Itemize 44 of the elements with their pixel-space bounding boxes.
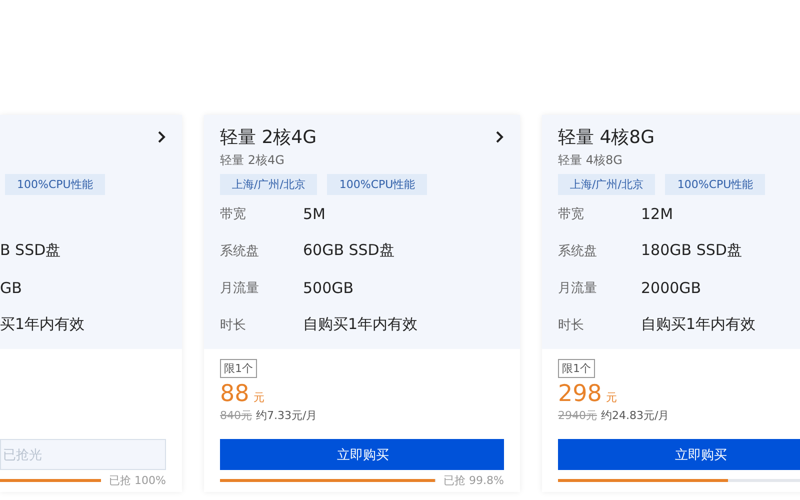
buy-button[interactable]: 立即购买: [558, 439, 800, 470]
chevron-right-icon[interactable]: [158, 131, 166, 143]
buy-button[interactable]: 立即购买: [220, 439, 504, 470]
spec-value: 5M: [303, 204, 326, 222]
spec-value: B SSD盘: [0, 241, 61, 260]
price: 298: [558, 380, 602, 408]
feature-tag: 100%CPU性能: [665, 174, 766, 195]
spec-label: 月流量: [558, 280, 598, 296]
price-unit: 元: [606, 390, 617, 405]
spec-label: 带宽: [558, 206, 585, 222]
spec-value: GB: [0, 278, 22, 296]
progress-text: 已抢 99.8%: [444, 472, 504, 488]
feature-tag: 上海/广州/北京: [220, 174, 318, 195]
spec-value: 180GB SSD盘: [641, 241, 742, 260]
spec-value: 买1年内有效: [0, 315, 85, 334]
spec-label: 带宽: [220, 206, 247, 222]
spec-label: 时长: [558, 316, 585, 334]
spec-value: 2000GB: [641, 278, 702, 296]
original-price: 840元: [220, 408, 252, 423]
limit-badge: 限1个: [558, 359, 595, 378]
spec-label: 系统盘: [558, 242, 598, 260]
chevron-right-icon[interactable]: [496, 131, 504, 143]
monthly-price: 约24.83元/月: [601, 408, 670, 423]
spec-value: 自购买1年内有效: [641, 315, 756, 334]
spec-value: 60GB SSD盘: [303, 241, 394, 260]
feature-tag: 100%CPU性能: [327, 174, 428, 195]
spec-label: 系统盘: [220, 242, 260, 260]
product-title: 轻量 4核8G: [558, 126, 655, 149]
limit-badge: 限1个: [220, 359, 257, 378]
price: 88: [220, 380, 250, 408]
spec-value: 自购买1年内有效: [303, 315, 418, 334]
monthly-price: 约7.33元/月: [256, 408, 318, 423]
product-title: 轻量 2核4G: [220, 126, 317, 149]
spec-label: 月流量: [220, 280, 260, 296]
original-price: 2940元: [558, 408, 597, 423]
spec-label: 时长: [220, 316, 247, 334]
feature-tag: 上海/广州/北京: [558, 174, 656, 195]
product-subtitle: 轻量 4核8G: [558, 153, 622, 167]
spec-value: 500GB: [303, 278, 354, 296]
progress-text: 已抢 100%: [109, 472, 166, 488]
product-subtitle: 轻量 2核4G: [220, 153, 284, 167]
feature-tag: 100%CPU性能: [5, 174, 105, 195]
price-unit: 元: [253, 390, 264, 405]
spec-value: 12M: [641, 204, 674, 222]
